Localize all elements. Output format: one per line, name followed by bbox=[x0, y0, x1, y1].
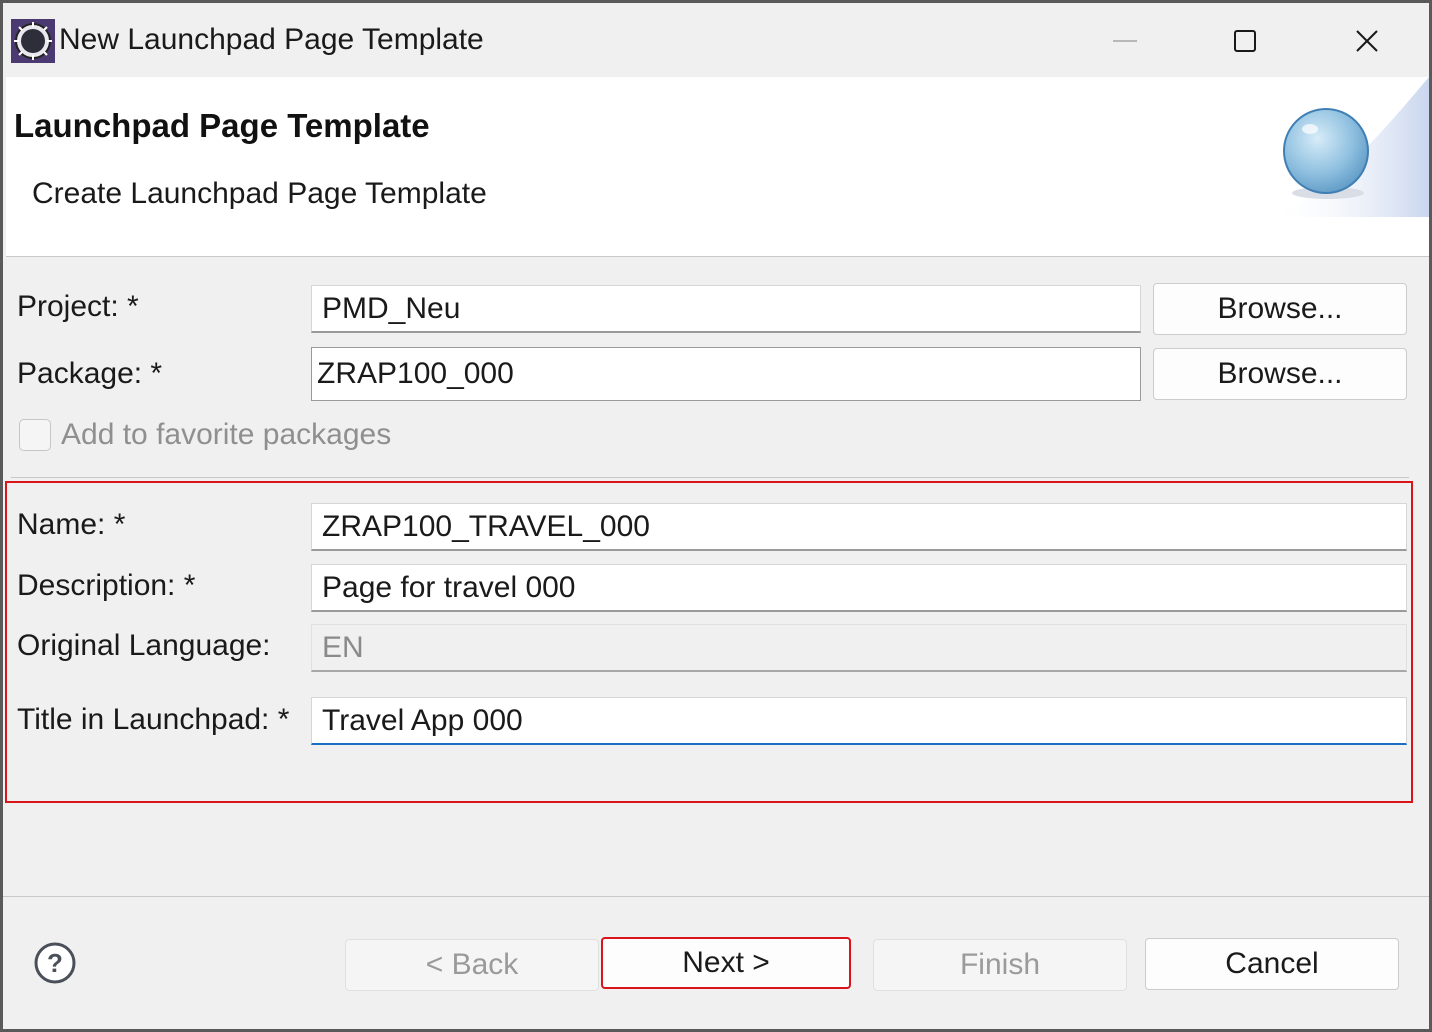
eclipse-gear-icon bbox=[11, 19, 55, 63]
description-label: Description: * bbox=[17, 569, 196, 602]
close-button[interactable] bbox=[1337, 17, 1397, 65]
package-field[interactable] bbox=[311, 347, 1141, 401]
dialog-window: New Launchpad Page Template Launchpad Pa… bbox=[0, 0, 1432, 1032]
question-mark-circle-icon[interactable]: ? bbox=[33, 941, 77, 985]
section-separator bbox=[11, 477, 1409, 478]
favorite-packages-label: Add to favorite packages bbox=[61, 418, 392, 451]
project-field[interactable] bbox=[311, 285, 1141, 333]
wizard-banner: Launchpad Page Template Create Launchpad… bbox=[6, 77, 1429, 257]
title-in-launchpad-field[interactable] bbox=[311, 697, 1407, 745]
name-label: Name: * bbox=[17, 508, 126, 541]
description-field[interactable] bbox=[311, 564, 1407, 612]
project-browse-button[interactable]: Browse... bbox=[1153, 283, 1407, 335]
original-language-label: Original Language: bbox=[17, 629, 271, 662]
favorite-packages-checkbox[interactable] bbox=[19, 419, 51, 451]
maximize-button[interactable] bbox=[1215, 17, 1275, 65]
wizard-globe-icon bbox=[1268, 77, 1429, 217]
page-subtitle: Create Launchpad Page Template bbox=[32, 177, 487, 210]
back-button[interactable]: < Back bbox=[345, 939, 599, 991]
minimize-icon bbox=[1113, 40, 1137, 42]
window-title: New Launchpad Page Template bbox=[59, 23, 484, 56]
footer-separator bbox=[3, 896, 1429, 897]
title-bar: New Launchpad Page Template bbox=[3, 3, 1429, 77]
finish-button[interactable]: Finish bbox=[873, 939, 1127, 991]
maximize-icon bbox=[1234, 30, 1256, 52]
minimize-button[interactable] bbox=[1095, 17, 1155, 65]
close-icon bbox=[1356, 30, 1378, 52]
original-language-field bbox=[311, 624, 1407, 672]
package-label: Package: * bbox=[17, 357, 163, 390]
page-title: Launchpad Page Template bbox=[14, 107, 430, 144]
name-field[interactable] bbox=[311, 503, 1407, 551]
svg-text:?: ? bbox=[47, 948, 63, 978]
package-browse-button[interactable]: Browse... bbox=[1153, 348, 1407, 400]
title-in-launchpad-label: Title in Launchpad: * bbox=[17, 703, 290, 736]
cancel-button[interactable]: Cancel bbox=[1145, 938, 1399, 990]
project-label: Project: * bbox=[17, 290, 139, 323]
next-button[interactable]: Next > bbox=[601, 937, 851, 989]
